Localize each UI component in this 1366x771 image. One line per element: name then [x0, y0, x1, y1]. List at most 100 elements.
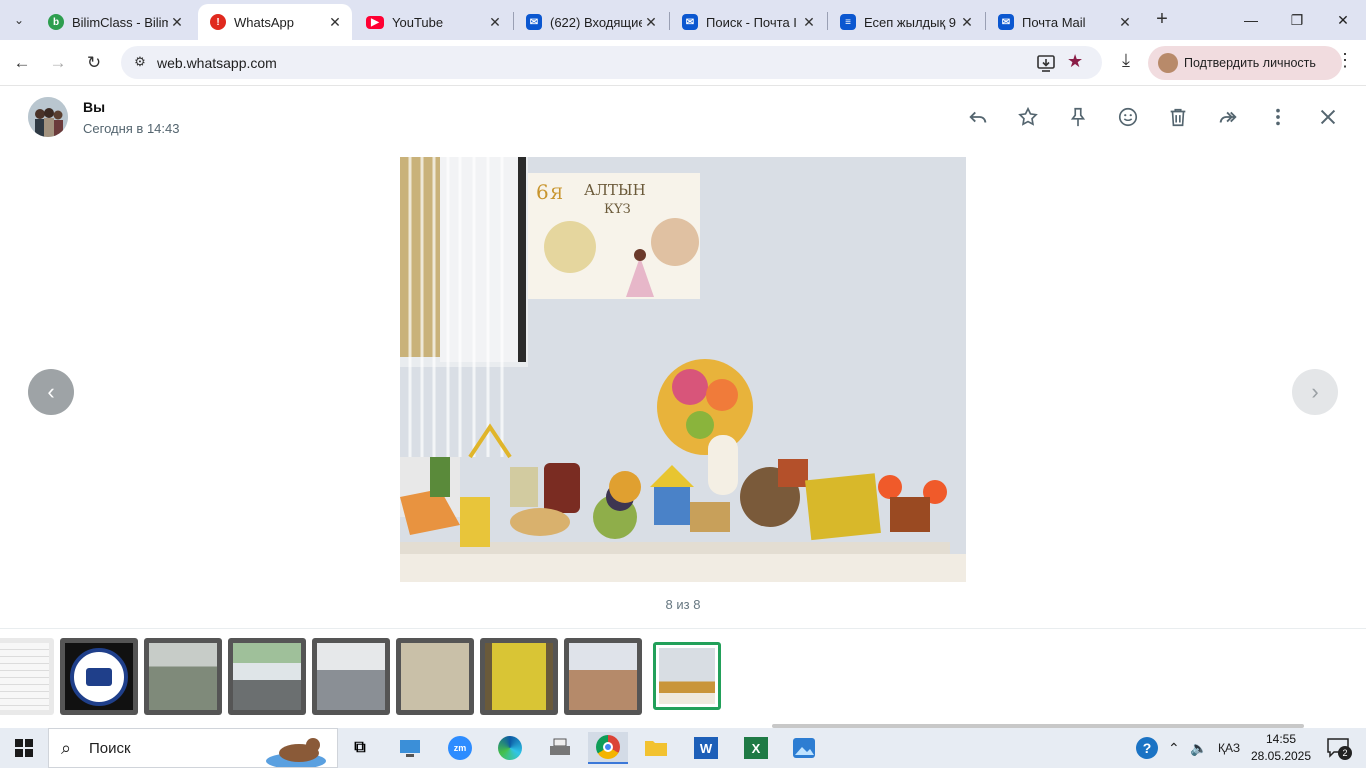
close-icon[interactable]: ✕ [326, 14, 344, 31]
delete-icon[interactable] [1165, 104, 1191, 130]
clock[interactable]: 14:55 28.05.2025 [1248, 731, 1314, 765]
tab-mail-search[interactable]: ✉ Поиск - Почта I ✕ [670, 4, 826, 40]
bilimclass-icon: b [48, 14, 64, 30]
forward-icon[interactable] [1215, 104, 1241, 130]
minimize-button[interactable]: — [1228, 0, 1274, 40]
edge-icon[interactable] [490, 732, 530, 764]
tab-inbox[interactable]: ✉ (622) Входящие ✕ [514, 4, 668, 40]
verify-identity-button[interactable]: Подтвердить личность [1148, 46, 1342, 80]
address-bar[interactable]: ⚙ web.whatsapp.com ★ [121, 46, 1102, 79]
thumb-group-photo[interactable] [564, 638, 642, 715]
restore-button[interactable]: ❐ [1274, 0, 1320, 40]
next-media-button[interactable]: › [1292, 369, 1338, 415]
poster-letter: Я [550, 184, 563, 203]
zoom-icon[interactable]: zm [440, 732, 480, 764]
divider [0, 628, 1366, 629]
profile-avatar [1158, 53, 1178, 73]
verify-label: Подтвердить личность [1184, 56, 1316, 70]
language-indicator[interactable]: ҚАЗ [1218, 728, 1240, 768]
sender-avatar[interactable] [28, 97, 68, 137]
notification-count: 2 [1338, 746, 1352, 760]
thumb-classroom-screen[interactable] [228, 638, 306, 715]
notifications-button[interactable]: 2 [1326, 736, 1352, 760]
excel-icon[interactable]: X [736, 732, 776, 764]
browser-menu-icon[interactable]: ⋮ [1336, 50, 1354, 76]
install-app-icon[interactable] [1035, 52, 1057, 74]
tab-title: (622) Входящие [550, 14, 642, 30]
thumb-classroom-round-table[interactable] [144, 638, 222, 715]
photos-icon[interactable] [784, 732, 824, 764]
printer-icon[interactable] [540, 732, 580, 764]
close-icon[interactable]: ✕ [800, 14, 818, 31]
mail-icon: ✉ [998, 14, 1014, 30]
tab-whatsapp[interactable]: ! WhatsApp ✕ [198, 4, 352, 40]
more-icon[interactable] [1265, 104, 1291, 130]
message-time: Сегодня в 14:43 [83, 121, 180, 136]
search-icon: ⌕ [61, 738, 72, 758]
url-text[interactable]: web.whatsapp.com [157, 55, 277, 71]
docs-icon: ≡ [840, 14, 856, 30]
media-image: 6 Я АЛТЫН КҮЗ [400, 157, 966, 582]
whatsapp-alert-icon: ! [210, 14, 226, 30]
tab-title: Есеп жылдық 9 [864, 14, 956, 30]
pc-icon[interactable] [390, 732, 430, 764]
browser-toolbar: ← → ↻ ⚙ web.whatsapp.com ★ ⤓ Подтвердить… [0, 40, 1366, 86]
thumb-yellow-poster[interactable] [480, 638, 558, 715]
word-icon[interactable]: W [686, 732, 726, 764]
weather-otter-icon[interactable] [261, 731, 331, 769]
close-icon[interactable] [1315, 104, 1341, 130]
tab-youtube[interactable]: ▶ YouTube ✕ [354, 4, 512, 40]
volume-icon[interactable]: 🔈 [1190, 728, 1207, 768]
download-icon[interactable]: ⤓ [1113, 50, 1139, 76]
help-icon[interactable]: ? [1136, 728, 1158, 768]
start-button[interactable] [0, 728, 48, 768]
clock-time: 14:55 [1265, 732, 1297, 746]
tab-title: BilimClass - Bilim [72, 14, 168, 30]
tab-mail[interactable]: ✉ Почта Mail ✕ [986, 4, 1142, 40]
back-button[interactable]: ← [8, 50, 36, 76]
star-icon[interactable] [1015, 104, 1041, 130]
thumb-hall[interactable] [312, 638, 390, 715]
window-close-button[interactable]: ✕ [1320, 0, 1366, 40]
thumb-autumn-table[interactable] [653, 642, 721, 710]
tab-title: Поиск - Почта I [706, 14, 797, 30]
folder-icon[interactable] [636, 732, 676, 764]
taskbar: ⌕ Поиск ⧉ zm W X ? ⌃ 🔈 ҚАЗ 14:55 28.05.2… [0, 728, 1366, 769]
poster-title: АЛТЫН [584, 181, 646, 199]
forward-button[interactable]: → [44, 50, 72, 76]
emoji-icon[interactable] [1115, 104, 1141, 130]
thumb-drawing[interactable] [396, 638, 474, 715]
tray-chevron-icon[interactable]: ⌃ [1168, 728, 1180, 768]
taskbar-search[interactable]: ⌕ Поиск [48, 728, 338, 769]
close-icon[interactable]: ✕ [1116, 14, 1134, 31]
tab-bilimclass[interactable]: b BilimClass - Bilim ✕ [36, 4, 194, 40]
mail-icon: ✉ [526, 14, 542, 30]
close-icon[interactable]: ✕ [958, 14, 976, 31]
reply-icon[interactable] [965, 104, 991, 130]
previous-media-button[interactable]: ‹ [28, 369, 74, 415]
tab-document[interactable]: ≡ Есеп жылдық 9 ✕ [828, 4, 984, 40]
media-counter: 8 из 8 [665, 597, 701, 612]
search-placeholder: Поиск [89, 739, 131, 757]
pin-icon[interactable] [1065, 104, 1091, 130]
new-tab-button[interactable]: + [1150, 8, 1174, 32]
poster-number: 6 [536, 180, 549, 204]
tab-search-button[interactable]: ⌄ [6, 8, 32, 32]
bookmark-star-icon[interactable]: ★ [1067, 51, 1083, 72]
tab-title: WhatsApp [234, 14, 294, 30]
chrome-icon[interactable] [588, 732, 628, 764]
thumb-document[interactable] [0, 638, 54, 715]
sender-name: Вы [83, 99, 106, 115]
tab-title: YouTube [392, 14, 444, 30]
youtube-icon: ▶ [366, 15, 384, 29]
tab-title: Почта Mail [1022, 14, 1086, 30]
thumb-logo[interactable] [60, 638, 138, 715]
close-icon[interactable]: ✕ [168, 14, 186, 31]
poster-subtitle: КҮЗ [604, 202, 631, 217]
task-view-icon[interactable]: ⧉ [340, 732, 380, 764]
reload-button[interactable]: ↻ [80, 50, 108, 76]
site-settings-icon[interactable]: ⚙ [131, 54, 149, 72]
close-icon[interactable]: ✕ [486, 14, 504, 31]
windows-icon [15, 739, 33, 757]
close-icon[interactable]: ✕ [642, 14, 660, 31]
